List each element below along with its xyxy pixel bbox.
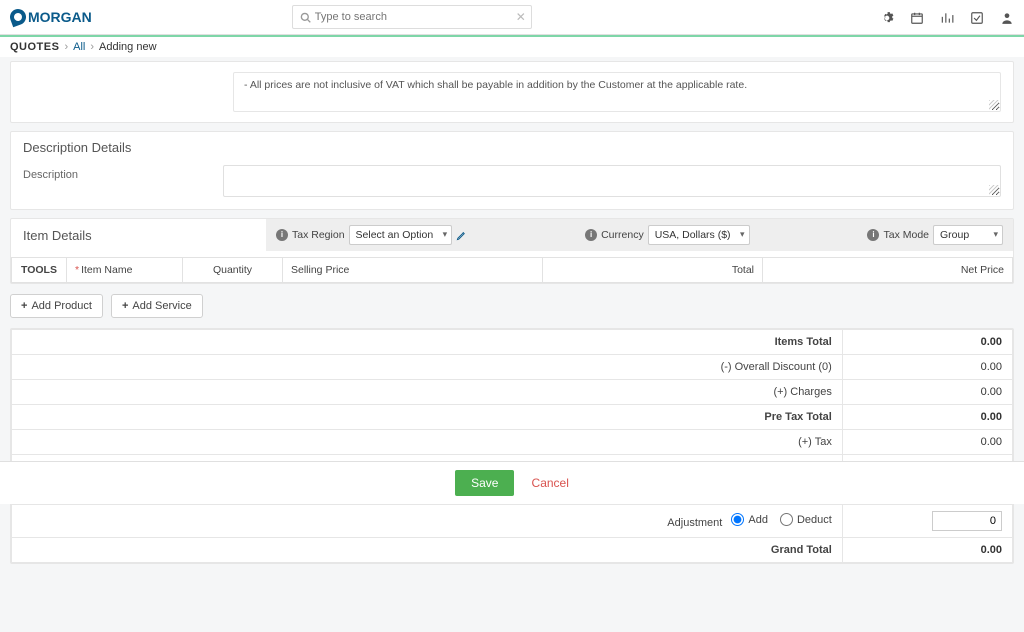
save-button[interactable]: Save <box>455 470 514 496</box>
col-net-price: Net Price <box>763 258 1013 283</box>
col-tools: TOOLS <box>12 258 67 283</box>
plus-icon: + <box>21 300 27 312</box>
row-adjustment: Adjustment Add Deduct <box>12 505 1013 538</box>
table-header-row: TOOLS *Item Name Quantity Selling Price … <box>12 258 1013 283</box>
breadcrumb-all[interactable]: All <box>73 41 85 53</box>
top-action-icons <box>880 9 1014 25</box>
tax-mode-label: Tax Mode <box>883 229 929 241</box>
brand-logo-mark <box>8 7 29 28</box>
items-table: TOOLS *Item Name Quantity Selling Price … <box>11 257 1013 283</box>
terms-line: - All prices are not inclusive of VAT wh… <box>244 79 990 91</box>
adjustment-deduct-radio[interactable] <box>780 513 793 526</box>
search-icon <box>300 11 311 23</box>
tax-region-edit-icon[interactable] <box>456 229 467 241</box>
row-overall-discount: (-) Overall Discount (0)0.00 <box>12 355 1013 380</box>
resize-handle-icon[interactable] <box>989 100 999 110</box>
calendar-icon[interactable] <box>910 9 924 25</box>
item-details-panel: Item Details i Tax Region Select an Opti… <box>10 218 1014 284</box>
resize-handle-icon[interactable] <box>989 185 999 195</box>
terms-panel: - All prices are not inclusive of VAT wh… <box>10 61 1014 123</box>
col-selling-price: Selling Price <box>283 258 543 283</box>
tax-region-select[interactable]: Select an Option <box>349 225 453 245</box>
description-textarea[interactable] <box>223 165 1001 197</box>
col-quantity: Quantity <box>183 258 283 283</box>
footer-action-bar: Save Cancel <box>0 461 1024 504</box>
row-tax: (+) Tax0.00 <box>12 430 1013 455</box>
chevron-right-icon: › <box>90 41 94 53</box>
charges-label[interactable]: (+) Charges <box>773 386 831 398</box>
add-service-button[interactable]: +Add Service <box>111 294 203 318</box>
overall-discount-label[interactable]: (-) Overall Discount (0) <box>721 361 832 373</box>
totals-panel: Items Total0.00 (-) Overall Discount (0)… <box>10 328 1014 564</box>
breadcrumb-module: QUOTES <box>10 41 59 53</box>
breadcrumb-current: Adding new <box>99 41 157 53</box>
chevron-right-icon: › <box>64 41 68 53</box>
adjustment-label: Adjustment <box>667 517 722 529</box>
row-items-total: Items Total0.00 <box>12 330 1013 355</box>
page-body: - All prices are not inclusive of VAT wh… <box>0 57 1024 632</box>
row-grand-total: Grand Total0.00 <box>12 538 1013 563</box>
tax-region-label: Tax Region <box>292 229 345 241</box>
breadcrumb: QUOTES › All › Adding new <box>0 35 1024 57</box>
search-clear-icon[interactable]: ✕ <box>516 10 526 24</box>
info-icon: i <box>867 229 879 241</box>
item-details-header: Item Details i Tax Region Select an Opti… <box>11 219 1013 251</box>
global-search: ✕ <box>292 5 532 29</box>
terms-textarea[interactable]: - All prices are not inclusive of VAT wh… <box>233 72 1001 112</box>
row-pretax-total: Pre Tax Total0.00 <box>12 405 1013 430</box>
chart-icon[interactable] <box>940 9 954 25</box>
description-section-title: Description Details <box>11 132 1013 159</box>
gear-icon[interactable] <box>880 9 894 25</box>
plus-icon: + <box>122 300 128 312</box>
adjustment-input[interactable] <box>932 511 1002 531</box>
cancel-button[interactable]: Cancel <box>532 476 569 490</box>
adjustment-add-radio[interactable] <box>731 513 744 526</box>
user-icon[interactable] <box>1000 9 1014 25</box>
currency-select[interactable]: USA, Dollars ($) <box>648 225 750 245</box>
currency-label: Currency <box>601 229 644 241</box>
totals-table: Items Total0.00 (-) Overall Discount (0)… <box>11 329 1013 563</box>
col-total: Total <box>543 258 763 283</box>
info-icon: i <box>585 229 597 241</box>
description-label: Description <box>23 165 223 181</box>
add-product-button[interactable]: +Add Product <box>10 294 103 318</box>
search-input[interactable] <box>292 5 532 29</box>
brand-logo: MORGAN <box>10 9 92 25</box>
col-item-name: *Item Name <box>67 258 183 283</box>
top-bar: MORGAN ✕ <box>0 0 1024 35</box>
checkbox-icon[interactable] <box>970 9 984 25</box>
tax-settings-strip: i Tax Region Select an Option i Currency… <box>266 219 1013 251</box>
row-charges: (+) Charges0.00 <box>12 380 1013 405</box>
brand-name: MORGAN <box>28 9 92 25</box>
info-icon: i <box>276 229 288 241</box>
add-buttons-row: +Add Product +Add Service <box>10 294 1014 318</box>
item-details-title: Item Details <box>11 220 266 251</box>
description-panel: Description Details Description <box>10 131 1014 210</box>
tax-mode-select[interactable]: Group <box>933 225 1003 245</box>
description-row: Description <box>11 159 1013 209</box>
